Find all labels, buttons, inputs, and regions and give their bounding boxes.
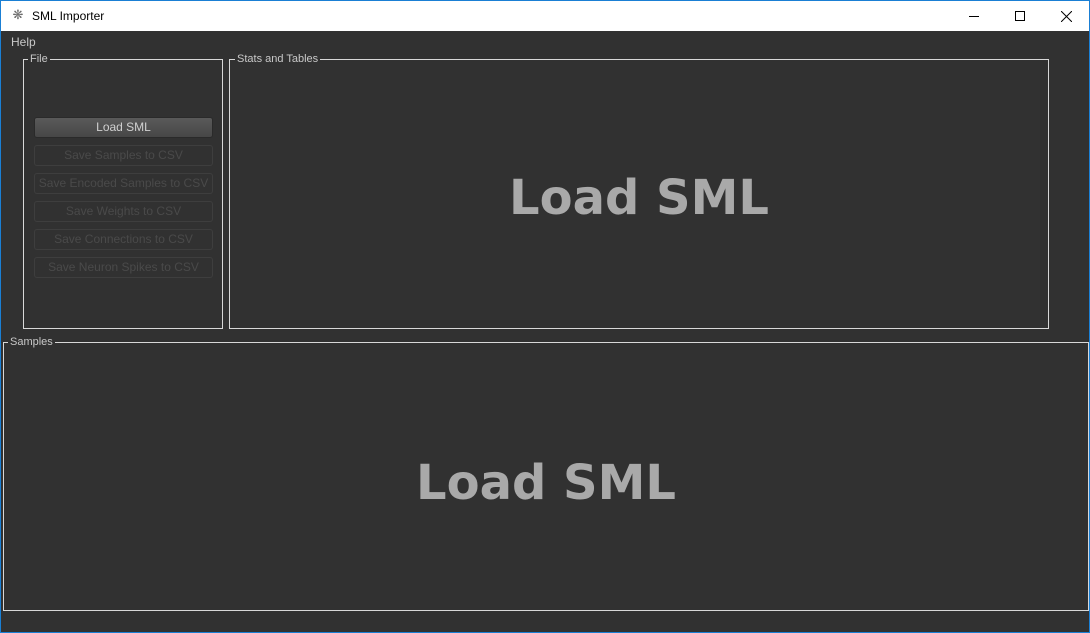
file-group: File Load SML Save Samples to CSV Save E…	[23, 52, 223, 329]
samples-group-title: Samples	[8, 335, 55, 349]
save-connections-button[interactable]: Save Connections to CSV	[34, 229, 213, 250]
samples-placeholder-text: Load SML	[416, 455, 676, 511]
app-icon: ❋	[12, 8, 24, 23]
file-group-title: File	[28, 52, 50, 66]
stats-group-title: Stats and Tables	[235, 52, 321, 66]
minimize-button[interactable]	[951, 1, 997, 31]
menu-bar: Help	[1, 31, 1089, 53]
maximize-button[interactable]	[997, 1, 1043, 31]
stats-tables-group: Stats and Tables Load SML	[229, 52, 1049, 329]
minimize-icon	[969, 16, 979, 17]
close-icon	[1060, 10, 1072, 22]
menu-help[interactable]: Help	[11, 35, 36, 49]
save-weights-button[interactable]: Save Weights to CSV	[34, 201, 213, 222]
close-button[interactable]	[1043, 1, 1089, 31]
window-title: SML Importer	[32, 9, 105, 23]
save-samples-button[interactable]: Save Samples to CSV	[34, 145, 213, 166]
load-sml-button[interactable]: Load SML	[34, 117, 213, 138]
app-window: ❋ SML Importer Help File Load SML Save S…	[0, 0, 1090, 633]
maximize-icon	[1015, 11, 1025, 21]
save-neuron-spikes-button[interactable]: Save Neuron Spikes to CSV	[34, 257, 213, 278]
save-encoded-samples-button[interactable]: Save Encoded Samples to CSV	[34, 173, 213, 194]
samples-group: Samples Load SML	[3, 335, 1089, 611]
title-bar[interactable]: ❋ SML Importer	[1, 1, 1089, 31]
stats-placeholder-text: Load SML	[509, 170, 769, 226]
